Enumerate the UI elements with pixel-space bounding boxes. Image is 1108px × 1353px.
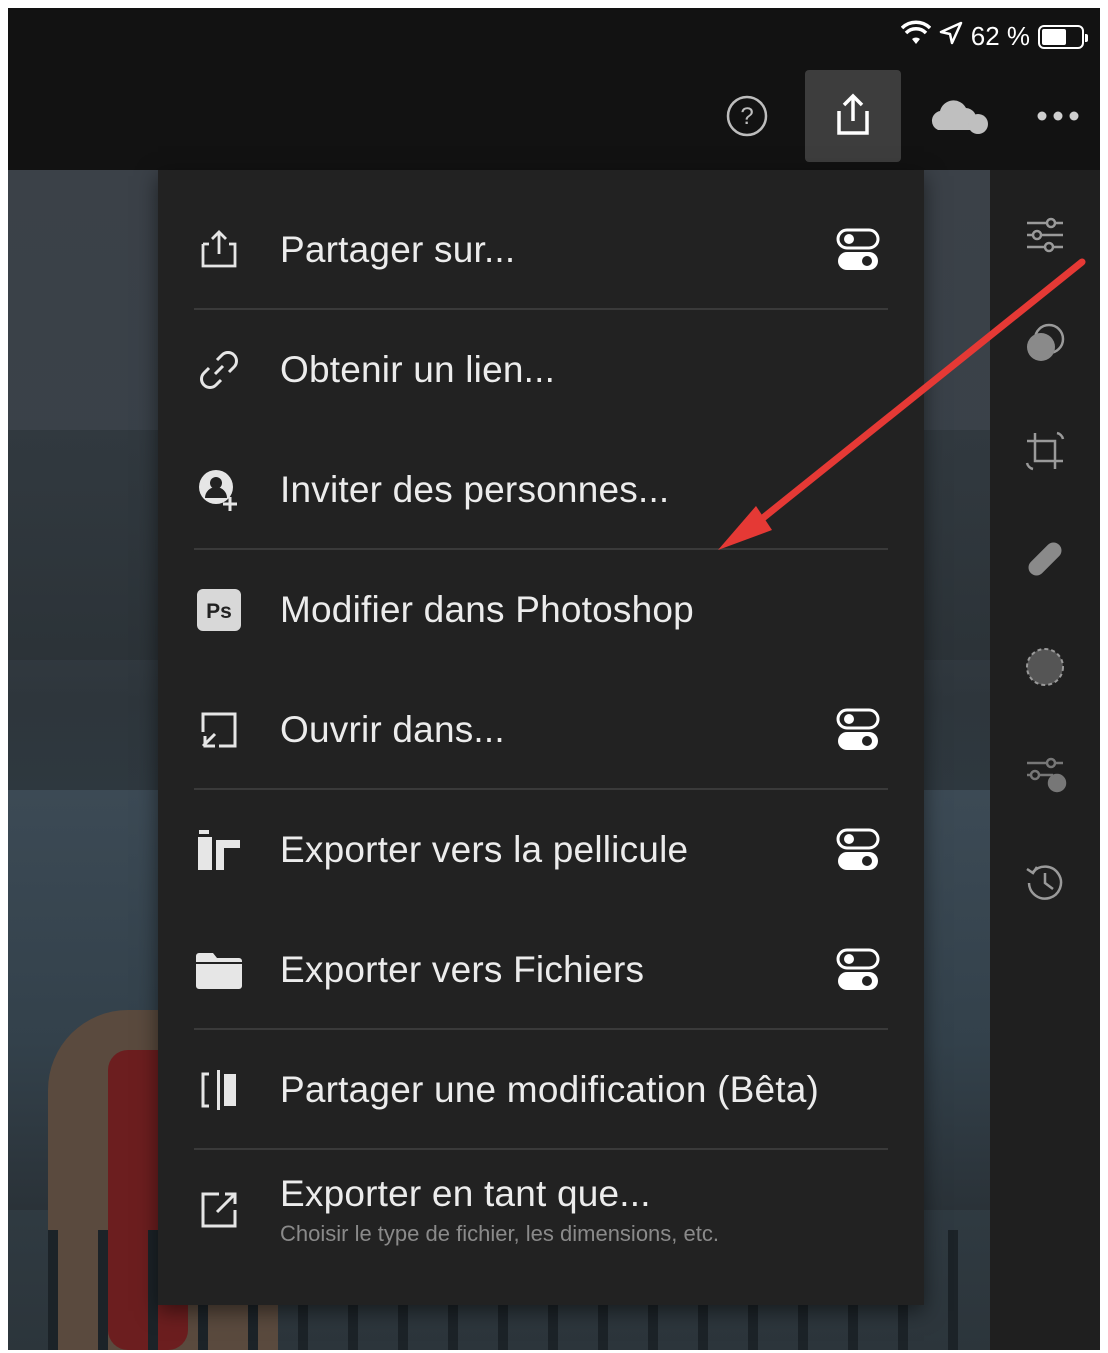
invite-person-icon — [194, 465, 244, 515]
share-button[interactable] — [805, 70, 901, 162]
battery-percentage: 62 % — [970, 21, 1030, 51]
edit-side-panel — [990, 170, 1100, 1350]
camera-roll-icon — [194, 825, 244, 875]
open-in-icon — [194, 705, 244, 755]
folder-icon — [194, 945, 244, 995]
wifi-icon — [900, 20, 931, 53]
share-icon — [837, 93, 869, 135]
export-as-icon — [194, 1185, 244, 1235]
svg-text:Ps: Ps — [206, 600, 232, 623]
share-up-icon — [194, 225, 244, 275]
menu-item-invite[interactable]: Inviter des personnes... — [194, 430, 888, 550]
battery-fill — [1042, 28, 1066, 45]
menu-item-label: Partager une modification (Bêta) — [280, 1069, 820, 1110]
compare-icon — [194, 1065, 244, 1115]
menu-item-share-edit[interactable]: Partager une modification (Bêta) — [194, 1030, 888, 1150]
menu-item-label: Modifier dans Photoshop — [280, 589, 694, 630]
selective-icon[interactable] — [1020, 642, 1070, 692]
cloud-icon — [931, 100, 988, 134]
help-button[interactable]: ? — [720, 70, 774, 162]
svg-text:?: ? — [740, 103, 753, 130]
battery-icon — [1038, 24, 1088, 49]
toggle-icon[interactable] — [834, 226, 882, 274]
top-toolbar: ? — [8, 64, 1100, 170]
crop-icon[interactable] — [1020, 426, 1070, 476]
menu-item-get-link[interactable]: Obtenir un lien... — [194, 310, 888, 430]
menu-item-label: Inviter des personnes... — [280, 469, 670, 510]
help-icon: ? — [726, 95, 768, 137]
app-screen: 62 % ? Partager sur... Obtenir un lien..… — [8, 8, 1100, 1350]
toggle-icon[interactable] — [834, 706, 882, 754]
cloud-sync-button[interactable] — [922, 70, 998, 162]
masking-icon[interactable] — [1020, 318, 1070, 368]
menu-item-label: Exporter vers Fichiers — [280, 949, 645, 990]
link-icon — [194, 345, 244, 395]
presets-icon[interactable] — [1020, 750, 1070, 800]
menu-item-export-files[interactable]: Exporter vers Fichiers — [194, 910, 888, 1030]
share-menu: Partager sur... Obtenir un lien... Invit… — [158, 170, 924, 1305]
menu-item-share-on[interactable]: Partager sur... — [194, 190, 888, 310]
menu-item-sublabel: Choisir le type de fichier, les dimensio… — [280, 1221, 719, 1246]
menu-item-edit-photoshop[interactable]: Ps Modifier dans Photoshop — [194, 550, 888, 670]
photoshop-icon: Ps — [194, 585, 244, 635]
history-icon[interactable] — [1020, 858, 1070, 908]
toggle-icon[interactable] — [834, 946, 882, 994]
location-arrow-icon — [939, 21, 963, 52]
healing-icon[interactable] — [1020, 534, 1070, 584]
menu-item-label: Exporter vers la pellicule — [280, 829, 689, 870]
status-indicators: 62 % — [900, 20, 1088, 53]
menu-item-label: Exporter en tant que... — [280, 1173, 651, 1214]
menu-item-label: Ouvrir dans... — [280, 709, 505, 750]
menu-item-label: Obtenir un lien... — [280, 349, 556, 390]
menu-item-open-in[interactable]: Ouvrir dans... — [194, 670, 888, 790]
menu-item-export-camera-roll[interactable]: Exporter vers la pellicule — [194, 790, 888, 910]
more-icon — [1037, 111, 1079, 121]
menu-item-export-as[interactable]: Exporter en tant que... Choisir le type … — [194, 1150, 888, 1270]
more-button[interactable] — [1028, 70, 1088, 162]
toggle-icon[interactable] — [834, 826, 882, 874]
menu-item-label: Partager sur... — [280, 229, 516, 270]
status-bar: 62 % — [8, 8, 1100, 64]
sliders-icon[interactable] — [1020, 210, 1070, 260]
